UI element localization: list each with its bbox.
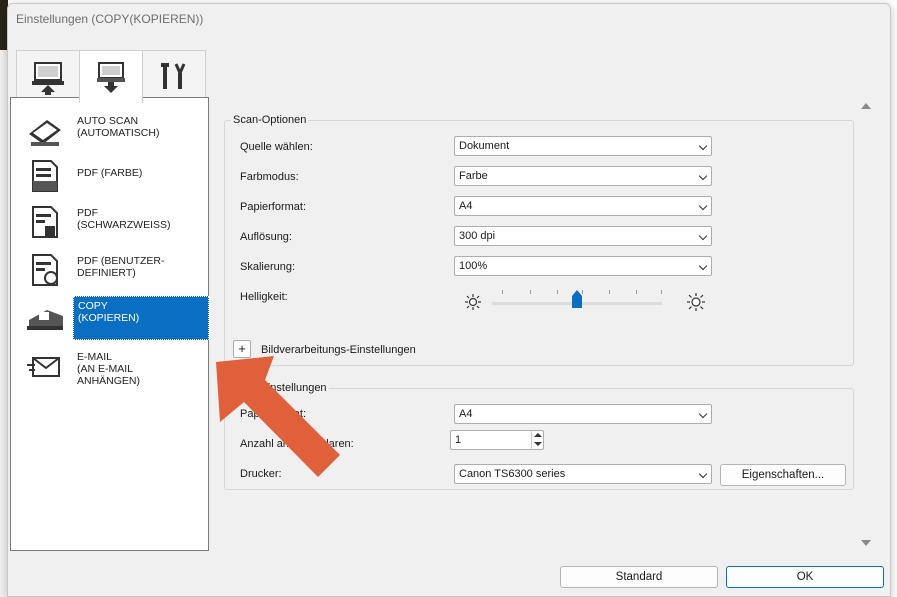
tab-scan-from-computer[interactable] [16,50,80,102]
print-settings-title: Druckeinstellungen [231,382,329,394]
mode-label-selected: COPY (KOPIEREN) [73,296,209,340]
computer-scan-icon [32,61,64,95]
scaling-label: Skalierung: [240,261,296,273]
scan-options-title: Scan-Optionen [231,114,309,126]
tools-icon [161,62,186,89]
scan-mode-list: AUTO SCAN (AUTOMATISCH) PDF (FARBE) PDF … [10,97,209,551]
standard-button[interactable]: Standard [560,566,718,588]
color-mode-label: Farbmodus: [240,171,299,183]
mode-item-pdf-custom[interactable]: PDF (BENUTZER- DEFINIERT) [11,248,208,294]
chevron-down-icon [698,201,708,211]
paper-size-label: Papierformat: [240,201,307,213]
copies-stepper[interactable]: 1 [450,430,544,450]
tab-bar [16,50,206,103]
source-label: Quelle wählen: [240,141,313,153]
mode-item-pdf-color[interactable]: PDF (FARBE) [11,154,208,198]
pdf-bw-icon [25,202,65,242]
copies-value: 1 [455,434,462,446]
mode-label: E-MAIL (AN E-MAIL ANHÄNGEN) [77,351,141,387]
resolution-select[interactable]: 300 dpi [454,226,712,246]
tab-scan-from-panel[interactable] [79,50,143,103]
slider-tick [582,290,583,294]
scaling-value: 100% [459,260,488,272]
vertical-scrollbar[interactable] [858,97,874,551]
stepper-up-icon[interactable] [534,433,542,437]
copies-label: Anzahl an Exemplaren: [240,438,354,450]
mode-item-pdf-bw[interactable]: PDF (SCHWARZWEISS) [11,200,208,246]
resolution-label: Auflösung: [240,231,292,243]
auto-scan-icon [25,110,65,150]
slider-tick [557,290,558,294]
tab-general-settings[interactable] [142,50,206,102]
chevron-down-icon [698,141,708,151]
stepper-buttons[interactable] [531,431,543,449]
mode-item-email[interactable]: E-MAIL (AN E-MAIL ANHÄNGEN) [11,346,208,388]
source-value: Dokument [459,140,510,152]
chevron-down-icon [698,261,708,271]
mode-label: PDF (FARBE) [77,167,143,179]
pdf-color-icon [25,156,65,196]
chevron-down-icon [698,171,708,181]
paper-size-select[interactable]: A4 [454,196,712,216]
scroll-down-icon[interactable] [861,540,871,546]
resolution-value: 300 dpi [459,230,496,242]
chevron-down-icon [698,469,708,479]
printer-label: Drucker: [240,468,282,480]
slider-tick [609,290,610,294]
mode-label: PDF (BENUTZER- DEFINIERT) [77,255,165,279]
sun-bright-icon [687,293,705,311]
ok-button[interactable]: OK [726,566,884,588]
slider-tick [661,290,662,294]
brightness-label: Helligkeit: [240,291,288,303]
scaling-select[interactable]: 100% [454,256,712,276]
paper-size-value: A4 [459,200,473,212]
printer-value: Canon TS6300 series [459,468,566,480]
color-mode-select[interactable]: Farbe [454,166,712,186]
pdf-custom-icon [25,250,65,290]
mode-item-copy[interactable]: COPY (KOPIEREN) [11,294,209,342]
slider-tick [530,290,531,294]
mode-label: AUTO SCAN (AUTOMATISCH) [77,115,160,139]
chevron-down-icon [698,409,708,419]
paper-format-value: A4 [459,408,473,420]
dialog-title: Einstellungen (COPY(KOPIEREN)) [16,12,204,26]
source-select[interactable]: Dokument [454,136,712,156]
email-icon [25,346,65,386]
printer-select[interactable]: Canon TS6300 series [454,464,712,484]
slider-tick [636,290,637,294]
paper-format-label: Papierformat: [240,408,307,420]
paper-format-select[interactable]: A4 [454,404,712,424]
sun-dim-icon [465,294,481,310]
printer-properties-button[interactable]: Eigenschaften... [720,464,846,486]
chevron-down-icon [698,231,708,241]
image-processing-expand-button[interactable]: + [233,340,251,358]
stepper-down-icon[interactable] [534,442,542,446]
color-mode-value: Farbe [459,170,488,182]
copy-icon [25,298,65,338]
slider-tick [502,290,503,294]
mode-label: PDF (SCHWARZWEISS) [77,207,171,231]
scanner-to-pc-icon [97,62,125,93]
image-processing-label[interactable]: Bildverarbeitungs-Einstellungen [261,344,416,356]
scroll-up-icon[interactable] [861,103,871,109]
brightness-slider-thumb[interactable] [572,290,582,308]
mode-item-auto-scan[interactable]: AUTO SCAN (AUTOMATISCH) [11,108,208,152]
